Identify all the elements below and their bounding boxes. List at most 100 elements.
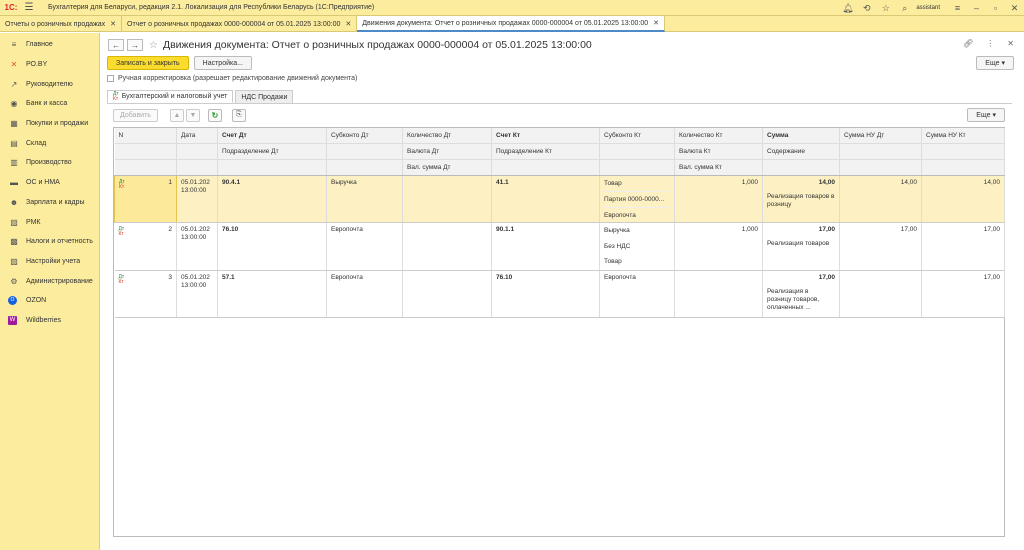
move-up-icon[interactable]: ▲ <box>169 108 184 122</box>
row-qty-kt: 1,000 <box>674 175 763 224</box>
minimize-icon[interactable]: – <box>967 3 986 13</box>
manual-edit-label: Ручная корректировка (разрешает редактир… <box>118 75 358 82</box>
sidebar-item-label: Склад <box>26 139 47 147</box>
row-number: 3 <box>168 273 172 281</box>
sidebar-item-label: Налоги и отчетность <box>26 238 93 246</box>
row-acc-kt: 90.1.1 <box>491 222 600 271</box>
window-tab-retail-reports[interactable]: Отчеты о розничных продажах ✕ <box>0 16 123 32</box>
export-icon[interactable]: ⎘ <box>231 108 246 122</box>
window-tab-doc-movements[interactable]: Движения документа: Отчет о розничных пр… <box>357 16 665 32</box>
sidebar-item-ro-by[interactable]: ✕ РО.BY <box>0 55 99 75</box>
table-row[interactable]: Дт Кт 3 05.01.202 13:00:00 57.1 Европочта … <box>114 270 1005 318</box>
maximize-icon[interactable]: ▫ <box>986 3 1005 13</box>
sidebar-item-label: ОС и НМА <box>26 179 60 187</box>
sidebar-item-administration[interactable]: ⚙ Администрирование <box>0 271 99 291</box>
manual-edit-row[interactable]: Ручная корректировка (разрешает редактир… <box>107 75 357 82</box>
more-button[interactable]: Еще ▾ <box>976 56 1014 70</box>
row-sum: 14,00 <box>818 178 835 186</box>
sidebar-item-salary[interactable]: ☻ Зарплата и кадры <box>0 193 99 213</box>
settings-menu-icon[interactable]: ≡ <box>948 3 967 13</box>
close-tab-icon[interactable]: ✕ <box>653 19 659 27</box>
sidebar-item-manager[interactable]: ↗ Руководителю <box>0 74 99 94</box>
sidebar-item-taxes[interactable]: ▩ Налоги и отчетность <box>0 232 99 252</box>
page-title: Движения документа: Отчет о розничных пр… <box>162 39 592 51</box>
col-cursum-dt[interactable]: Вал. сумма Дт <box>402 159 492 176</box>
window-tab-retail-report-doc[interactable]: Отчет о розничных продажах 0000-000004 о… <box>122 16 358 32</box>
sidebar-item-ozon[interactable]: O OZON <box>0 291 99 311</box>
close-form-icon[interactable]: ✕ <box>1007 39 1014 48</box>
col-cur-kt[interactable]: Валюта Кт <box>674 143 763 160</box>
col-dept-kt[interactable]: Подразделение Кт <box>491 143 600 160</box>
title-bar: 1С: ☰ Бухгалтерия для Беларуси, редакция… <box>0 0 1024 16</box>
close-tab-icon[interactable]: ✕ <box>110 20 116 28</box>
settings-button[interactable]: Настройка... <box>193 56 252 70</box>
row-number: 1 <box>168 178 172 186</box>
refresh-icon[interactable]: ↻ <box>207 108 222 122</box>
close-tab-icon[interactable]: ✕ <box>345 20 351 28</box>
col-date[interactable]: Дата <box>176 128 218 145</box>
row-content: Реализация товаров <box>767 240 830 248</box>
row-n-cell[interactable]: Дт Кт 2 <box>114 222 177 271</box>
sidebar-item-label: Руководителю <box>26 80 73 88</box>
table-more-button[interactable]: Еще ▾ <box>967 108 1005 122</box>
row-n-cell[interactable]: Дт Кт 3 <box>114 270 177 318</box>
search-icon[interactable]: ⌕ <box>895 3 914 14</box>
col-cursum-kt[interactable]: Вал. сумма Кт <box>674 159 763 176</box>
sidebar-item-production[interactable]: ▥ Производство <box>0 153 99 173</box>
col-acc-kt[interactable]: Счет Кт <box>491 128 600 145</box>
row-date: 05.01.202 <box>181 226 210 234</box>
cart-icon: ▦ <box>10 119 18 129</box>
col-nu-dt[interactable]: Сумма НУ Дт <box>839 128 922 145</box>
back-button[interactable]: ← <box>108 39 124 51</box>
col-subk-kt[interactable]: Субконто Кт <box>599 128 675 145</box>
table-row[interactable]: Дт Кт 2 05.01.202 13:00:00 76.10 Европочта… <box>114 222 1005 271</box>
tab-accounting-tax[interactable]: Дт Кт Бухгалтерский и налоговый учет <box>107 90 234 103</box>
row-sum: 17,00 <box>818 273 835 281</box>
tab-vat-sales[interactable]: НДС Продажи <box>235 90 294 103</box>
col-n[interactable]: N <box>114 128 177 145</box>
col-nu-kt[interactable]: Сумма НУ Кт <box>921 128 1005 145</box>
sidebar-item-purchases-sales[interactable]: ▦ Покупки и продажи <box>0 114 99 134</box>
warehouse-icon: ▤ <box>10 138 18 148</box>
col-qty-dt[interactable]: Количество Дт <box>402 128 492 145</box>
close-window-icon[interactable]: ✕ <box>1005 3 1024 14</box>
sidebar-item-rmk[interactable]: ▧ РМК <box>0 212 99 232</box>
main-menu-icon[interactable]: ☰ <box>22 2 36 13</box>
more-actions-icon[interactable]: ⋮ <box>986 39 994 48</box>
manual-edit-checkbox[interactable] <box>107 75 114 82</box>
history-icon[interactable]: ⟲ <box>857 3 876 14</box>
save-and-close-button[interactable]: Записать и закрыть <box>107 56 189 70</box>
sidebar-item-main[interactable]: ≡ Главное <box>0 35 99 55</box>
row-sum: 17,00 <box>818 226 835 234</box>
settings-doc-icon: ▨ <box>10 256 18 266</box>
sidebar-item-fixed-assets[interactable]: ▬ ОС и НМА <box>0 173 99 193</box>
col-acc-dt[interactable]: Счет Дт <box>217 128 327 145</box>
col-sum[interactable]: Сумма <box>762 128 840 145</box>
sidebar-item-label: Покупки и продажи <box>26 120 89 128</box>
table-row[interactable]: Дт Кт 1 05.01.202 13:00:00 90.4.1 Выручка … <box>114 174 1005 224</box>
more-label: Еще <box>976 111 991 119</box>
sidebar-item-bank[interactable]: ◉ Банк и касса <box>0 94 99 114</box>
col-subk-dt[interactable]: Субконто Дт <box>326 128 403 145</box>
link-icon[interactable]: 🔗︎ <box>963 39 973 48</box>
forward-button[interactable]: → <box>127 39 143 51</box>
favorite-star-icon[interactable]: ☆ <box>149 40 158 51</box>
favorites-star-icon[interactable]: ☆ <box>876 3 895 14</box>
col-cur-dt[interactable]: Валюта Дт <box>402 143 492 160</box>
move-down-icon[interactable]: ▼ <box>185 108 200 122</box>
col-dept-dt[interactable]: Подразделение Дт <box>217 143 327 160</box>
col-qty-kt[interactable]: Количество Кт <box>674 128 763 145</box>
row-nu-dt <box>839 270 922 318</box>
window-tab-label: Движения документа: Отчет о розничных пр… <box>362 19 649 27</box>
row-n-cell[interactable]: Дт Кт 1 <box>114 174 177 224</box>
sidebar-item-warehouse[interactable]: ▤ Склад <box>0 133 99 153</box>
movements-grid[interactable]: N Дата Счет Дт Субконто Дт Количество Дт… <box>113 127 1005 537</box>
add-row-button[interactable]: Добавить <box>113 108 158 122</box>
sidebar-item-wildberries[interactable]: W Wildberries <box>0 311 99 331</box>
bell-icon[interactable]: 🔔︎ <box>838 3 857 14</box>
col-content[interactable]: Содержание <box>762 143 840 160</box>
user-name[interactable]: assistant <box>916 5 940 11</box>
sidebar-item-accounting-settings[interactable]: ▨ Настройки учета <box>0 252 99 272</box>
sidebar-item-label: Главное <box>26 41 53 49</box>
movements-table: N Дата Счет Дт Субконто Дт Количество Дт… <box>114 128 1005 318</box>
